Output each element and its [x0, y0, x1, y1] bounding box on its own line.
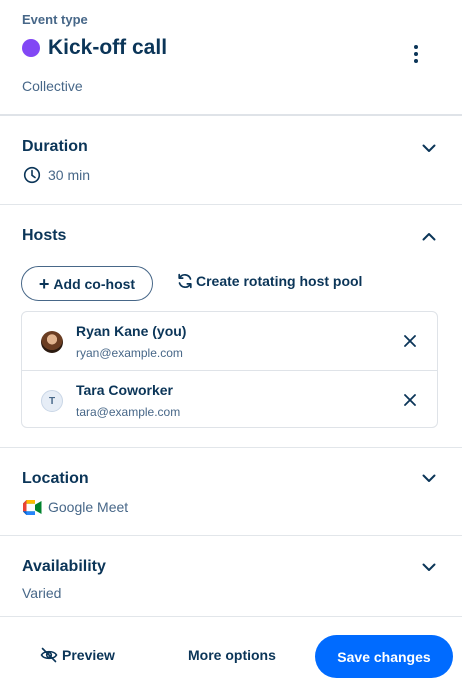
availability-title: Availability	[22, 558, 106, 575]
create-rotating-pool-label: Create rotating host pool	[196, 273, 363, 289]
kebab-menu-icon	[414, 45, 418, 63]
event-color-dot	[22, 39, 40, 57]
availability-section[interactable]: Availability Varied	[0, 536, 462, 617]
location-section[interactable]: Location Google Meet	[0, 448, 462, 536]
event-type-label: Event type	[22, 12, 88, 27]
event-kind: Collective	[22, 78, 83, 94]
host-name: Ryan Kane (you)	[76, 323, 187, 339]
duration-value-row: 30 min	[22, 165, 90, 185]
close-icon	[404, 335, 416, 347]
clock-icon	[22, 165, 42, 185]
host-row: T Tara Coworker tara@example.com	[22, 370, 437, 428]
host-email: tara@example.com	[76, 405, 181, 419]
availability-toggle[interactable]	[418, 556, 440, 578]
duration-value: 30 min	[48, 167, 91, 183]
chevron-down-icon	[422, 563, 436, 571]
preview-label: Preview	[62, 647, 115, 663]
event-title-row: Kick-off call	[22, 36, 167, 60]
more-options-button[interactable]: More options	[188, 647, 276, 663]
host-row: Ryan Kane (you) ryan@example.com	[22, 312, 437, 370]
add-cohost-label: Add co-host	[53, 275, 136, 292]
event-header: Event type Kick-off call Collective	[0, 0, 462, 116]
location-title: Location	[22, 470, 89, 487]
kebab-menu-button[interactable]	[402, 40, 430, 68]
chevron-up-icon	[422, 232, 436, 240]
availability-value: Varied	[22, 585, 62, 601]
host-email: ryan@example.com	[76, 346, 183, 360]
preview-button[interactable]: Preview	[40, 647, 115, 663]
remove-host-button[interactable]	[400, 331, 420, 351]
hosts-toggle[interactable]	[418, 225, 440, 247]
location-value-row: Google Meet	[22, 497, 128, 517]
hosts-title: Hosts	[22, 227, 67, 244]
eye-off-icon	[40, 647, 58, 663]
chevron-down-icon	[422, 144, 436, 152]
close-icon	[404, 394, 416, 406]
remove-host-button[interactable]	[400, 390, 420, 410]
plus-icon: +	[38, 273, 50, 294]
hosts-list: Ryan Kane (you) ryan@example.com T Tara …	[21, 311, 438, 428]
create-rotating-pool-button[interactable]: Create rotating host pool	[176, 272, 362, 290]
duration-title: Duration	[22, 138, 88, 155]
avatar	[41, 331, 63, 353]
google-meet-icon	[22, 497, 42, 517]
footer-bar: Preview More options Save changes	[0, 617, 462, 690]
refresh-icon	[178, 273, 192, 289]
duration-toggle[interactable]	[418, 137, 440, 159]
duration-section[interactable]: Duration 30 min	[0, 118, 462, 205]
chevron-down-icon	[422, 474, 436, 482]
avatar: T	[41, 390, 63, 412]
event-title: Kick-off call	[48, 36, 168, 59]
location-value: Google Meet	[48, 499, 129, 515]
host-name: Tara Coworker	[76, 382, 173, 398]
add-cohost-button[interactable]: + Add co-host	[21, 266, 153, 301]
save-changes-button[interactable]: Save changes	[315, 635, 453, 678]
location-toggle[interactable]	[418, 467, 440, 489]
